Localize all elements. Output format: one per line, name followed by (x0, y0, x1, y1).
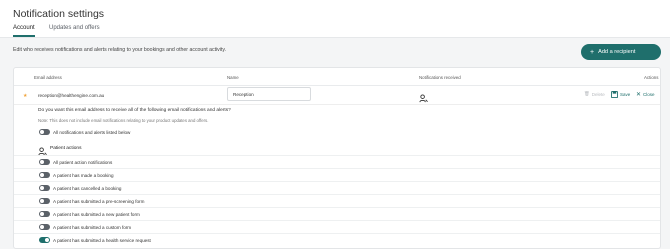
active-tab-indicator (13, 35, 35, 37)
preferences-question: Do you want this email address to receiv… (38, 108, 231, 113)
toggle-row: A patient has cancelled a booking (14, 181, 660, 194)
page-header: Notification settings Account Updates an… (0, 0, 670, 38)
toggle-row: A patient has submitted a new patient fo… (14, 207, 660, 220)
notification-toggle[interactable] (39, 224, 50, 230)
column-header-email: Email address (34, 75, 62, 80)
tab-updates-and-offers[interactable]: Updates and offers (49, 25, 100, 31)
tab-account[interactable]: Account (13, 25, 35, 31)
notification-toggle[interactable] (39, 172, 50, 178)
toggle-label: All notifications and alerts listed belo… (53, 129, 131, 135)
notification-toggle[interactable] (39, 185, 50, 191)
toggle-row: A patient has submitted a custom form (14, 220, 660, 233)
page-subtitle: Edit who receives notifications and aler… (13, 47, 226, 53)
row-divider (14, 104, 660, 105)
toggle-label: A patient has submitted a new patient fo… (53, 211, 140, 217)
delete-label: Delete (591, 91, 605, 97)
section-title: Patient actions (50, 146, 82, 151)
toggle-label: A patient has submitted a pre-screening … (53, 198, 145, 204)
toggle-label: All patient action notifications (53, 159, 113, 165)
toggle-row: A patient has submitted a health service… (14, 233, 660, 246)
close-button[interactable]: ✕ Close (636, 91, 655, 98)
toggle-row: A patient has submitted a pre-screening … (14, 194, 660, 207)
notification-toggle[interactable] (39, 159, 50, 165)
notification-toggle[interactable] (39, 211, 50, 217)
person-bell-icon[interactable] (419, 90, 428, 108)
all-notifications-toggle[interactable] (39, 129, 50, 135)
toggle-label: A patient has made a booking (53, 172, 114, 178)
primary-star-icon: ★ (23, 93, 28, 99)
plus-icon: + (590, 48, 595, 56)
preferences-note: Note: This does not include email notifi… (38, 118, 209, 123)
recipients-card: Email address Name Notifications receive… (13, 67, 661, 249)
save-icon (611, 91, 618, 98)
patient-actions-section: Patient actions (14, 142, 660, 156)
close-icon: ✕ (636, 92, 642, 98)
close-label: Close (643, 92, 655, 97)
toggle-label: A patient has submitted a health service… (53, 237, 151, 243)
toggle-label: A patient has cancelled a booking (53, 185, 122, 191)
save-label: Save (620, 92, 631, 97)
recipient-email: reception@healthengine.com.au (38, 93, 105, 98)
delete-button[interactable]: 🗑 Delete (584, 91, 605, 97)
save-button[interactable]: Save (611, 91, 630, 98)
recipient-name-input[interactable] (227, 87, 311, 101)
add-recipient-label: Add a recipient (598, 49, 636, 55)
notification-toggle[interactable] (39, 237, 50, 243)
toggle-label: A patient has submitted a custom form (53, 224, 132, 230)
page-title: Notification settings (13, 8, 105, 20)
toggle-row: A patient has made a booking (14, 168, 660, 181)
column-header-notifications: Notifications received (419, 75, 461, 80)
column-header-name: Name (227, 75, 239, 80)
toggle-row: All patient action notifications (14, 155, 660, 168)
add-recipient-button[interactable]: + Add a recipient (581, 44, 661, 60)
column-header-actions: Actions (644, 75, 659, 80)
toggle-row-all: All notifications and alerts listed belo… (14, 126, 660, 139)
table-header: Email address Name Notifications receive… (14, 68, 660, 86)
trash-icon: 🗑 (584, 91, 590, 96)
notification-toggle[interactable] (39, 198, 50, 204)
